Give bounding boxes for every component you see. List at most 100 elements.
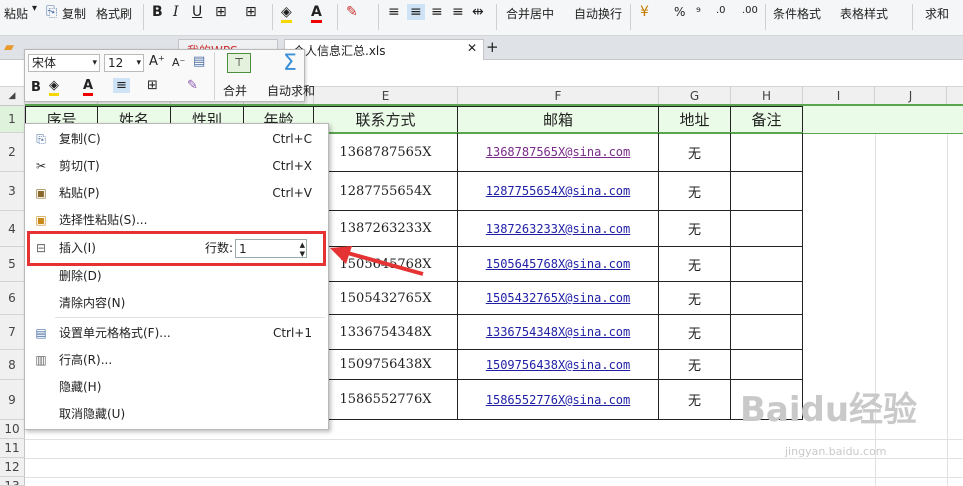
remark-cell[interactable]: [731, 350, 803, 380]
fill-color-icon[interactable]: ◈: [49, 78, 59, 96]
font-name-select[interactable]: 宋体 ▾: [28, 54, 100, 72]
menu-item-clear[interactable]: 清除内容(N): [25, 290, 328, 316]
email-cell[interactable]: 1509756438X@sina.com: [458, 350, 659, 380]
address-cell[interactable]: 无: [659, 350, 731, 380]
remark-cell[interactable]: [731, 282, 803, 315]
folder-icon[interactable]: ▰: [4, 40, 14, 55]
address-cell[interactable]: 无: [659, 380, 731, 420]
address-cell[interactable]: 无: [659, 211, 731, 247]
format-painter-button[interactable]: 格式刷: [96, 5, 132, 22]
address-cell[interactable]: 无: [659, 282, 731, 315]
email-link[interactable]: 1505432765X@sina.com: [486, 291, 631, 305]
paste-button[interactable]: 粘贴: [4, 5, 28, 22]
email-cell[interactable]: 1505645768X@sina.com: [458, 247, 659, 282]
email-cell[interactable]: 1505432765X@sina.com: [458, 282, 659, 315]
email-link[interactable]: 1368787565X@sina.com: [486, 145, 631, 159]
email-cell[interactable]: 1586552776X@sina.com: [458, 380, 659, 420]
row-header-6[interactable]: 6: [0, 282, 25, 315]
merge-center-button[interactable]: 合并居中: [506, 5, 554, 22]
sum-button[interactable]: 求和: [925, 5, 949, 22]
conditional-format-button[interactable]: 条件格式: [773, 5, 821, 22]
email-link[interactable]: 1505645768X@sina.com: [486, 257, 631, 271]
phone-cell[interactable]: 1509756438X: [314, 350, 458, 380]
remark-cell[interactable]: [731, 315, 803, 350]
phone-cell[interactable]: 1287755654X: [314, 172, 458, 211]
menu-item-row-height[interactable]: ▥ 行高(R)...: [25, 347, 328, 373]
header-cell-email[interactable]: 邮箱: [458, 106, 659, 133]
menu-item-paste-special[interactable]: ▣ 选择性粘贴(S)...: [25, 207, 328, 233]
address-cell[interactable]: 无: [659, 172, 731, 211]
format-painter-icon[interactable]: ✎: [187, 78, 198, 93]
auto-wrap-button[interactable]: 自动换行: [574, 5, 622, 22]
border-icon[interactable]: ⊞: [147, 78, 158, 93]
address-cell[interactable]: 无: [659, 133, 731, 172]
header-cell-remark[interactable]: 备注: [731, 106, 803, 133]
decrease-decimal-icon[interactable]: .00: [742, 5, 758, 16]
row-header-12[interactable]: 12: [0, 458, 25, 477]
email-cell[interactable]: 1368787565X@sina.com: [458, 133, 659, 172]
paste-dropdown-icon[interactable]: ▾: [32, 3, 37, 14]
header-cell-address[interactable]: 地址: [659, 106, 731, 133]
email-cell[interactable]: 1336754348X@sina.com: [458, 315, 659, 350]
table-style-button[interactable]: 表格样式: [840, 5, 888, 22]
percent-button[interactable]: %: [674, 5, 685, 19]
fill-color-icon[interactable]: ◈: [281, 4, 292, 23]
row-header-8[interactable]: 8: [0, 350, 25, 380]
menu-item-hide[interactable]: 隐藏(H): [25, 374, 328, 400]
phone-cell[interactable]: 1387263233X: [314, 211, 458, 247]
email-link[interactable]: 1509756438X@sina.com: [486, 358, 631, 372]
address-cell[interactable]: 无: [659, 315, 731, 350]
autosum-button[interactable]: 自动求和: [267, 82, 315, 99]
remark-cell[interactable]: [731, 211, 803, 247]
justify-icon[interactable]: ≡: [452, 4, 464, 20]
align-center-icon[interactable]: ≡: [407, 4, 425, 20]
border-icon[interactable]: ⊞: [215, 4, 227, 20]
bold-button[interactable]: B: [152, 4, 163, 20]
email-cell[interactable]: 1387263233X@sina.com: [458, 211, 659, 247]
address-cell[interactable]: 无: [659, 247, 731, 282]
row-header-1[interactable]: 1: [0, 106, 25, 133]
phone-cell[interactable]: 1336754348X: [314, 315, 458, 350]
email-link[interactable]: 1586552776X@sina.com: [486, 393, 631, 407]
underline-button[interactable]: U: [192, 4, 202, 20]
distribute-icon[interactable]: ⇹: [472, 4, 484, 20]
menu-item-format-cells[interactable]: ▤ 设置单元格格式(F)... Ctrl+1: [25, 320, 328, 346]
menu-item-unhide[interactable]: 取消隐藏(U): [25, 401, 328, 427]
row-header-3[interactable]: 3: [0, 172, 25, 211]
tab-personal-info[interactable]: 个人信息汇总.xls ✕: [284, 39, 484, 60]
bold-icon[interactable]: B: [31, 80, 41, 95]
decrease-font-icon[interactable]: A⁻: [172, 56, 185, 69]
remark-cell[interactable]: [731, 133, 803, 172]
clear-format-icon[interactable]: ✎: [346, 4, 358, 20]
menu-item-copy[interactable]: ⎘ 复制(C) Ctrl+C: [25, 126, 328, 152]
cell-style-icon[interactable]: ⊞: [245, 4, 257, 20]
row-header-13[interactable]: 13: [0, 477, 25, 486]
row-header-9[interactable]: 9: [0, 380, 25, 420]
align-left-icon[interactable]: ≡: [388, 4, 400, 20]
email-cell[interactable]: 1287755654X@sina.com: [458, 172, 659, 211]
format-icon[interactable]: ▤: [193, 54, 205, 69]
merge-icon[interactable]: ⊤: [227, 53, 251, 73]
row-header-2[interactable]: 2: [0, 133, 25, 172]
font-color-icon[interactable]: A: [83, 78, 94, 96]
copy-icon[interactable]: ⎘: [46, 4, 57, 20]
font-color-icon[interactable]: A: [311, 4, 322, 23]
email-link[interactable]: 1287755654X@sina.com: [486, 184, 631, 198]
row-header-4[interactable]: 4: [0, 211, 25, 247]
row-header-7[interactable]: 7: [0, 315, 25, 350]
email-link[interactable]: 1387263233X@sina.com: [486, 222, 631, 236]
phone-cell[interactable]: 1586552776X: [314, 380, 458, 420]
new-tab-button[interactable]: +: [486, 38, 499, 56]
menu-item-paste[interactable]: ▣ 粘贴(P) Ctrl+V: [25, 180, 328, 206]
comma-button[interactable]: ⁹: [696, 5, 701, 19]
menu-item-delete[interactable]: 删除(D): [25, 263, 328, 289]
font-size-select[interactable]: 12 ▾: [104, 54, 144, 72]
select-all-corner[interactable]: ◢: [0, 87, 25, 106]
close-tab-icon[interactable]: ✕: [467, 41, 477, 55]
align-right-icon[interactable]: ≡: [431, 4, 443, 20]
italic-button[interactable]: I: [173, 4, 179, 20]
currency-icon[interactable]: ¥: [640, 4, 649, 20]
remark-cell[interactable]: [731, 172, 803, 211]
copy-button[interactable]: 复制: [62, 5, 86, 22]
align-center-icon[interactable]: ≡: [113, 78, 130, 93]
